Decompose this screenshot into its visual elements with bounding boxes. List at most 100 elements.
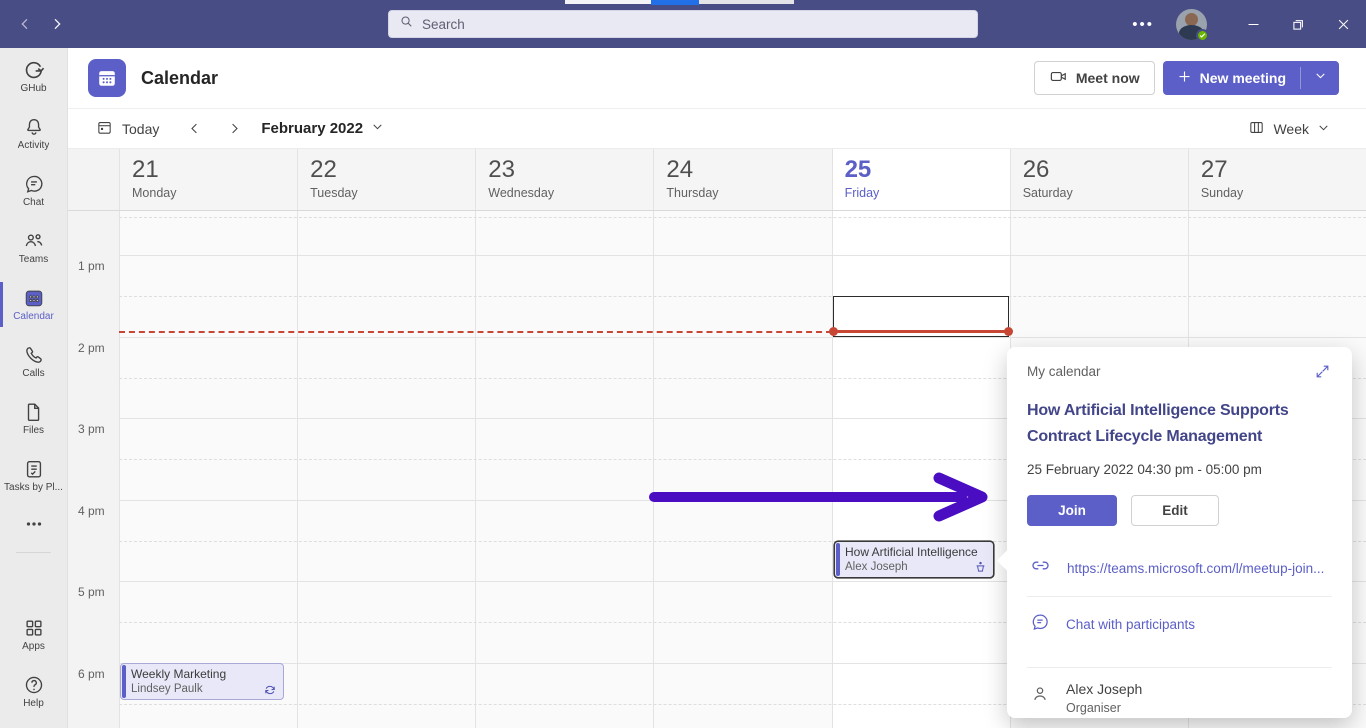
popup-context-label: My calendar xyxy=(1027,364,1101,379)
chat-icon xyxy=(1030,612,1050,637)
day-columns: 21Monday22Tuesday23Wednesday24Thursday25… xyxy=(119,149,1366,210)
sidebar-item-help[interactable]: Help xyxy=(0,663,67,720)
time-label: 6 pm xyxy=(78,667,105,681)
sidebar-item-tasks[interactable]: Tasks by Pl... xyxy=(0,447,67,504)
tasks-icon xyxy=(23,458,45,480)
minimize-button[interactable] xyxy=(1231,0,1276,48)
hour-gridline xyxy=(119,337,1366,338)
event-weekly-marketing[interactable]: Weekly Marketing Lindsey Paulk xyxy=(120,663,284,700)
sidebar-item-more[interactable] xyxy=(0,504,67,544)
sidebar-item-calls[interactable]: Calls xyxy=(0,333,67,390)
restore-button[interactable] xyxy=(1276,0,1321,48)
chevron-down-icon xyxy=(371,120,384,137)
today-calendar-icon xyxy=(96,119,113,139)
sidebar-item-chat[interactable]: Chat xyxy=(0,162,67,219)
next-week-button[interactable] xyxy=(225,120,243,138)
time-label: 1 pm xyxy=(78,259,105,273)
grid-column-tuesday[interactable] xyxy=(297,211,475,728)
organiser-row[interactable]: Alex Joseph Organiser xyxy=(1027,668,1332,715)
search-input[interactable]: Search xyxy=(388,10,978,38)
hour-gridline xyxy=(119,255,1366,256)
organiser-role: Organiser xyxy=(1066,701,1142,715)
page-header: Calendar Meet now New meeting xyxy=(68,48,1366,108)
file-icon xyxy=(23,401,45,423)
ghub-icon xyxy=(23,59,45,81)
time-label: 3 pm xyxy=(78,422,105,436)
nav-back-icon[interactable] xyxy=(16,15,34,33)
sidebar-item-teams[interactable]: Teams xyxy=(0,219,67,276)
apps-icon xyxy=(23,617,45,639)
sidebar-bottom-items: Apps Help xyxy=(0,606,67,728)
organiser-name: Alex Joseph xyxy=(1066,681,1142,697)
time-label: 2 pm xyxy=(78,341,105,355)
search-placeholder: Search xyxy=(422,17,465,32)
chevron-down-icon xyxy=(1317,121,1330,137)
sidebar-item-label: Teams xyxy=(19,254,48,265)
time-label: 5 pm xyxy=(78,585,105,599)
day-header-row: 21Monday22Tuesday23Wednesday24Thursday25… xyxy=(68,148,1366,211)
expand-icon[interactable] xyxy=(1312,361,1332,381)
plus-icon xyxy=(1177,69,1192,87)
time-gutter xyxy=(68,211,119,728)
new-meeting-dropdown[interactable] xyxy=(1301,61,1339,95)
day-header-friday[interactable]: 25Friday xyxy=(832,149,1010,210)
grid-column-friday[interactable] xyxy=(832,211,1010,728)
day-header-tuesday[interactable]: 22Tuesday xyxy=(297,149,475,210)
half-hour-gridline xyxy=(119,217,1366,218)
sidebar-item-label: Files xyxy=(23,425,44,436)
sidebar-item-files[interactable]: Files xyxy=(0,390,67,447)
sidebar-item-label: Apps xyxy=(22,641,45,652)
meeting-link[interactable]: https://teams.microsoft.com/l/meetup-joi… xyxy=(1067,561,1324,576)
day-header-monday[interactable]: 21Monday xyxy=(119,149,297,210)
sidebar-divider xyxy=(16,552,51,553)
person-icon xyxy=(1030,681,1050,709)
chat-with-participants[interactable]: Chat with participants xyxy=(1027,597,1332,652)
meeting-title: How Artificial Intelligence Supports Con… xyxy=(1027,398,1332,450)
calendar-toolbar: Today February 2022 xyxy=(68,108,1366,148)
meeting-details-popup: My calendar How Artificial Intelligence … xyxy=(1007,347,1352,718)
nav-forward-icon[interactable] xyxy=(48,15,66,33)
day-header-thursday[interactable]: 24Thursday xyxy=(653,149,831,210)
sidebar: GHub Activity Chat Teams Calendar Calls Files T… xyxy=(0,48,68,728)
day-header-sunday[interactable]: 27Sunday xyxy=(1188,149,1366,210)
sidebar-item-apps[interactable]: Apps xyxy=(0,606,67,663)
day-header-wednesday[interactable]: 23Wednesday xyxy=(475,149,653,210)
view-switcher[interactable]: Week xyxy=(1248,119,1330,139)
avatar[interactable] xyxy=(1176,9,1207,40)
grid-column-wednesday[interactable] xyxy=(475,211,653,728)
page-title: Calendar xyxy=(141,68,218,89)
sidebar-item-calendar[interactable]: Calendar xyxy=(0,276,67,333)
edit-button[interactable]: Edit xyxy=(1131,495,1219,526)
close-button[interactable] xyxy=(1321,0,1366,48)
grid-column-thursday[interactable] xyxy=(653,211,831,728)
grid-column-monday[interactable] xyxy=(119,211,297,728)
current-time-line-dashed xyxy=(119,331,832,333)
sidebar-item-label: Calendar xyxy=(13,311,54,322)
chevron-down-icon xyxy=(1314,69,1327,87)
recurring-icon xyxy=(263,683,277,697)
week-view-icon xyxy=(1248,119,1265,139)
help-icon xyxy=(23,674,45,696)
meeting-datetime: 25 February 2022 04:30 pm - 05:00 pm xyxy=(1027,462,1332,477)
month-picker[interactable]: February 2022 xyxy=(261,120,384,137)
time-label: 4 pm xyxy=(78,504,105,518)
teams-app-window: Search ••• GHubActivityChatTeamsC xyxy=(0,0,1366,728)
join-button[interactable]: Join xyxy=(1027,495,1117,526)
today-button[interactable]: Today xyxy=(96,119,159,139)
day-header-saturday[interactable]: 26Saturday xyxy=(1010,149,1188,210)
prev-week-button[interactable] xyxy=(185,120,203,138)
bell-icon xyxy=(23,116,45,138)
presenter-icon xyxy=(973,561,987,575)
event-how-artificial-intelligence[interactable]: How Artificial Intelligence Alex Joseph xyxy=(834,541,994,578)
more-options-icon[interactable]: ••• xyxy=(1132,16,1154,33)
calendar-app-icon xyxy=(88,59,126,97)
new-meeting-button[interactable]: New meeting xyxy=(1163,61,1339,95)
sidebar-item-label: Activity xyxy=(18,140,50,151)
meet-now-button[interactable]: Meet now xyxy=(1034,61,1155,95)
sidebar-item-ghub[interactable]: GHub xyxy=(0,48,67,105)
sidebar-item-activity[interactable]: Activity xyxy=(0,105,67,162)
sidebar-top-items: GHub Activity Chat Teams Calendar Calls Files T… xyxy=(0,48,67,544)
sidebar-item-label: Help xyxy=(23,698,44,709)
half-hour-gridline xyxy=(119,296,1366,297)
sidebar-item-label: Chat xyxy=(23,197,44,208)
